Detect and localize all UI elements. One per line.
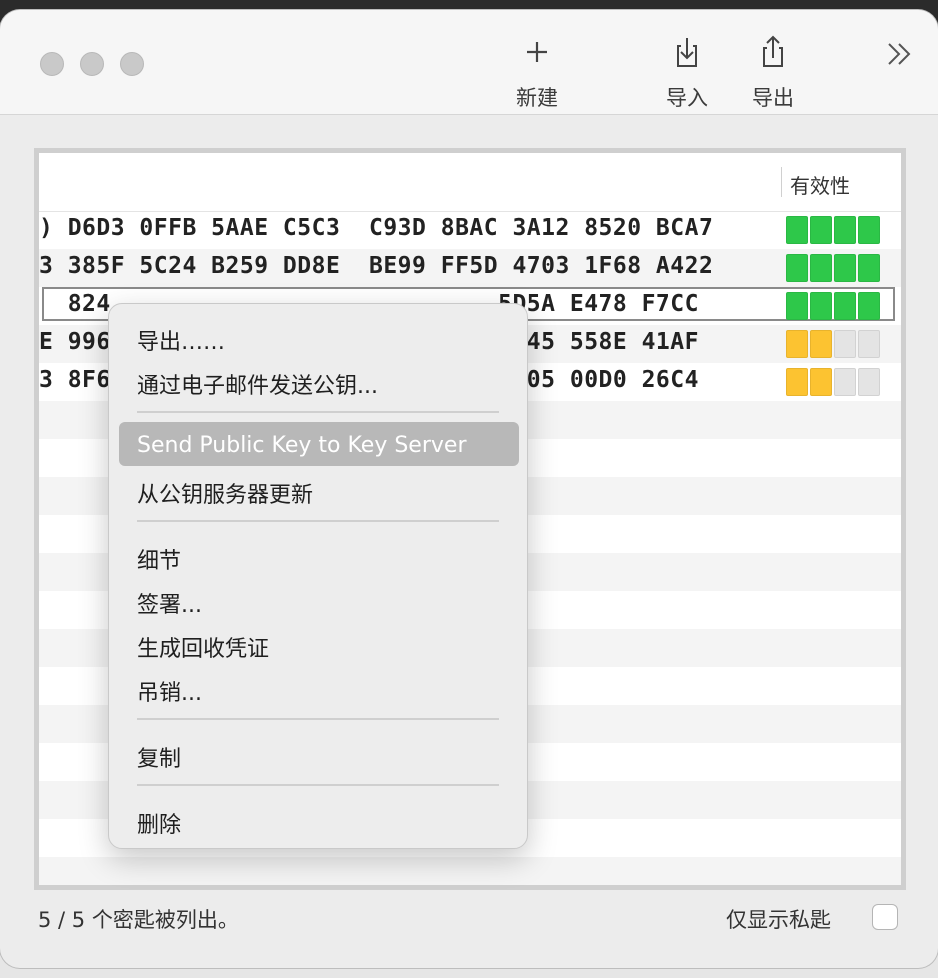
validity-segment [810,292,832,320]
toolbar-overflow-chevron-icon[interactable] [884,38,916,70]
validity-segment [810,254,832,282]
key-fingerprint: 3 385F 5C24 B259 DD8E BE99 FF5D 4703 1F6… [39,253,714,279]
menu-item-copy[interactable]: 复制 [137,741,181,773]
private-only-checkbox[interactable] [872,904,898,930]
validity-segment [858,254,880,282]
validity-indicator [786,292,880,320]
menu-item-email-public-key[interactable]: 通过电子邮件发送公钥... [137,368,378,400]
gpg-keychain-window: 新建 导入 导出 有效性) D6D3 0FFB 5AAE C5C3 C93D … [0,10,938,968]
menu-item-sign[interactable]: 签署... [137,587,202,619]
plus-icon [517,32,557,72]
validity-indicator [786,254,880,282]
validity-segment [858,368,880,396]
validity-segment [786,330,808,358]
validity-segment [834,292,856,320]
import-label: 导入 [666,86,708,110]
validity-segment [858,216,880,244]
toolbar: 新建 导入 导出 [0,10,938,115]
key-count-status: 5 / 5 个密匙被列出。 [38,908,239,932]
validity-indicator [786,216,880,244]
menu-item-details[interactable]: 细节 [137,543,181,575]
validity-segment [858,330,880,358]
menu-separator [137,784,499,786]
validity-segment [786,292,808,320]
menu-separator [137,411,499,413]
menu-separator [137,718,499,720]
menu-item-delete[interactable]: 删除 [137,807,181,839]
validity-segment [834,368,856,396]
window-close-button[interactable] [40,52,64,76]
menu-item-update-from-keyserver[interactable]: 从公钥服务器更新 [137,477,313,509]
context-menu: 导出…… 通过电子邮件发送公钥... Send Public Key to Ke… [108,303,528,849]
validity-segment [786,368,808,396]
table-row[interactable]: 3 385F 5C24 B259 DD8E BE99 FF5D 4703 1F6… [39,249,901,287]
validity-segment [834,216,856,244]
column-divider [781,167,782,197]
export-button[interactable]: 导出 [743,32,803,112]
validity-segment [810,216,832,244]
menu-item-export[interactable]: 导出…… [137,324,225,356]
validity-segment [786,216,808,244]
window-zoom-button[interactable] [120,52,144,76]
import-icon [667,32,707,72]
new-key-label: 新建 [516,86,558,110]
validity-segment [810,330,832,358]
table-header: 有效性 [39,153,901,212]
menu-item-send-to-keyserver[interactable]: Send Public Key to Key Server [137,433,466,458]
table-row[interactable]: ) D6D3 0FFB 5AAE C5C3 C93D 8BAC 3A12 852… [39,211,901,249]
validity-segment [786,254,808,282]
share-icon [753,32,793,72]
new-key-button[interactable]: 新建 [507,32,567,112]
validity-segment [834,254,856,282]
validity-segment [858,292,880,320]
validity-segment [834,330,856,358]
export-label: 导出 [752,86,794,110]
import-button[interactable]: 导入 [657,32,717,112]
window-minimize-button[interactable] [80,52,104,76]
validity-segment [810,368,832,396]
validity-indicator [786,368,880,396]
key-fingerprint: ) D6D3 0FFB 5AAE C5C3 C93D 8BAC 3A12 852… [39,215,714,241]
validity-indicator [786,330,880,358]
menu-separator [137,520,499,522]
empty-row [39,857,901,885]
menu-item-generate-revocation[interactable]: 生成回收凭证 [137,631,269,663]
menu-item-revoke[interactable]: 吊销... [137,675,202,707]
private-only-label: 仅显示私匙 [726,908,831,932]
validity-column-header[interactable]: 有效性 [790,170,850,199]
